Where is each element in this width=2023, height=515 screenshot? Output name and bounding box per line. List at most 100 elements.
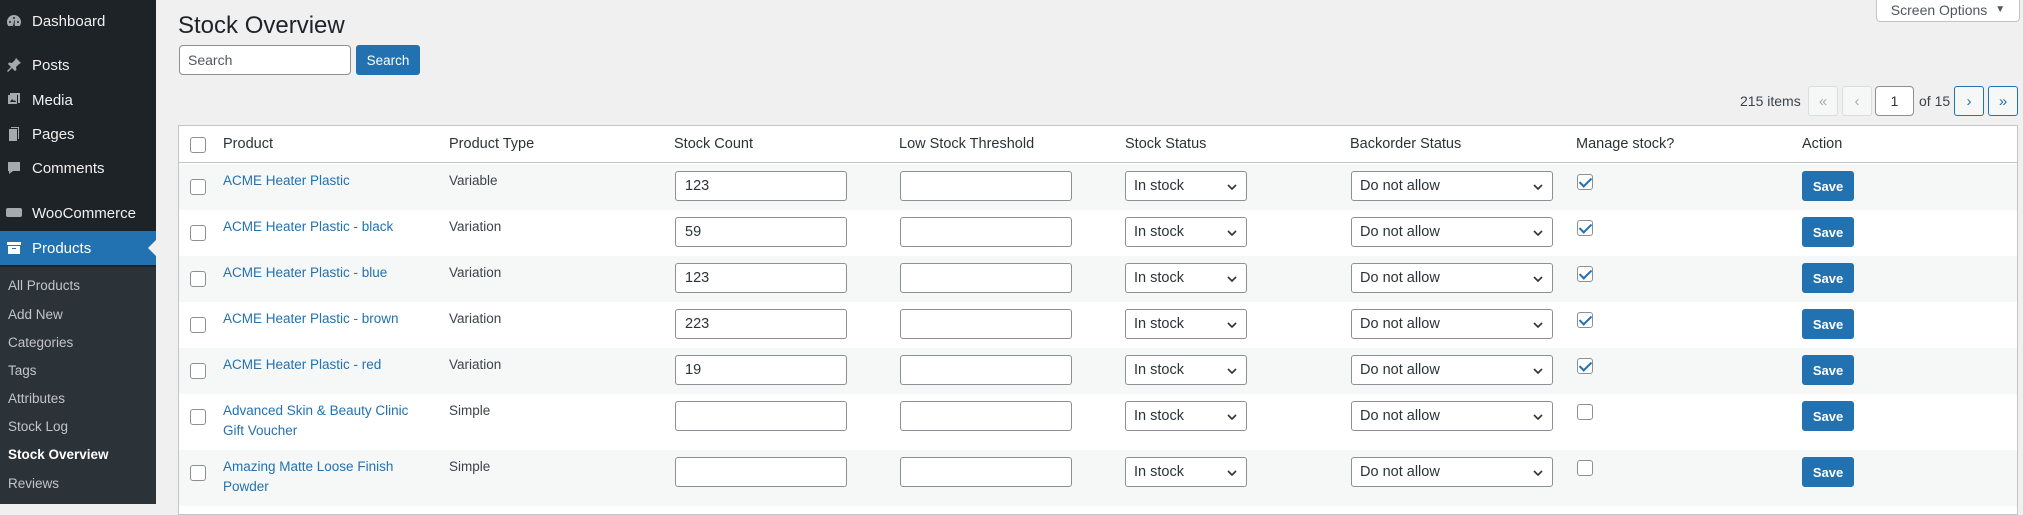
product-link[interactable]: Advanced Skin & Beauty Clinic Gift Vouche… <box>223 401 423 441</box>
submenu-stock-log[interactable]: Stock Log <box>8 419 68 434</box>
menu-item-dashboard[interactable]: Dashboard <box>0 4 156 38</box>
menu-item-comments[interactable]: Comments <box>0 151 156 185</box>
stock-count-input[interactable] <box>675 171 847 201</box>
save-button[interactable]: Save <box>1802 309 1854 339</box>
submenu-categories[interactable]: Categories <box>8 335 73 350</box>
select-all-checkbox[interactable] <box>190 137 206 153</box>
save-button[interactable]: Save <box>1802 217 1854 247</box>
backorder-status-select[interactable]: Do not allow <box>1351 457 1553 487</box>
manage-stock-checkbox[interactable] <box>1577 358 1593 374</box>
backorder-status-select[interactable]: Do not allow <box>1351 401 1553 431</box>
backorder-status-value: Do not allow <box>1360 224 1440 240</box>
col-stock-count: Stock Count <box>674 136 753 152</box>
menu-item-woocommerce[interactable]: WooCommerce <box>0 196 156 230</box>
stock-status-value: In stock <box>1134 362 1184 378</box>
row-checkbox[interactable] <box>190 179 206 195</box>
low-stock-threshold-input[interactable] <box>900 217 1072 247</box>
save-button[interactable]: Save <box>1802 355 1854 385</box>
last-page-button[interactable]: » <box>1988 86 2018 116</box>
backorder-status-select[interactable]: Do not allow <box>1351 355 1553 385</box>
low-stock-threshold-input[interactable] <box>900 309 1072 339</box>
manage-stock-checkbox[interactable] <box>1577 220 1593 236</box>
product-name-line1: ACME Heater Plastic - red <box>223 357 382 372</box>
stock-count-input[interactable] <box>675 401 847 431</box>
row-checkbox[interactable] <box>190 225 206 241</box>
low-stock-threshold-input[interactable] <box>900 263 1072 293</box>
save-button[interactable]: Save <box>1802 263 1854 293</box>
product-link[interactable]: ACME Heater Plastic <box>223 171 423 191</box>
search-button[interactable]: Search <box>356 45 420 75</box>
stock-status-select[interactable]: In stock <box>1125 401 1247 431</box>
stock-count-input[interactable] <box>675 309 847 339</box>
submenu-stock-overview[interactable]: Stock Overview <box>8 447 109 462</box>
backorder-status-value: Do not allow <box>1360 270 1440 286</box>
submenu-add-new[interactable]: Add New <box>8 307 63 322</box>
stock-status-select[interactable]: In stock <box>1125 355 1247 385</box>
row-checkbox[interactable] <box>190 317 206 333</box>
save-button[interactable]: Save <box>1802 401 1854 431</box>
low-stock-threshold-input[interactable] <box>900 457 1072 487</box>
manage-stock-checkbox[interactable] <box>1577 266 1593 282</box>
product-link[interactable]: Amazing Matte Loose Finish Powder <box>223 457 423 497</box>
stock-status-select[interactable]: In stock <box>1125 171 1247 201</box>
screen-options-button[interactable]: Screen Options ▼ <box>1876 0 2020 22</box>
product-link[interactable]: ACME Heater Plastic - black <box>223 217 423 237</box>
product-link[interactable]: ACME Heater Plastic - brown <box>223 309 423 329</box>
current-page-input[interactable] <box>1875 86 1914 116</box>
menu-label: WooCommerce <box>32 204 136 222</box>
product-link[interactable]: ACME Heater Plastic - blue <box>223 263 423 283</box>
menu-label: Products <box>32 239 92 257</box>
menu-label: Dashboard <box>32 12 106 30</box>
row-checkbox[interactable] <box>190 409 206 425</box>
comment-icon <box>6 160 22 176</box>
stock-status-select[interactable]: In stock <box>1125 457 1247 487</box>
menu-label: Posts <box>32 56 70 74</box>
backorder-status-select[interactable]: Do not allow <box>1351 217 1553 247</box>
stock-count-input[interactable] <box>675 217 847 247</box>
manage-stock-checkbox[interactable] <box>1577 460 1593 476</box>
backorder-status-value: Do not allow <box>1360 316 1440 332</box>
menu-item-products[interactable]: Products <box>0 231 156 265</box>
submenu-tags[interactable]: Tags <box>8 363 37 378</box>
stock-count-input[interactable] <box>675 263 847 293</box>
product-name-line1: ACME Heater Plastic <box>223 173 350 188</box>
search-input[interactable] <box>179 45 351 75</box>
menu-item-pages[interactable]: Pages <box>0 117 156 151</box>
stock-count-input[interactable] <box>675 355 847 385</box>
prev-page-button[interactable]: ‹ <box>1842 86 1872 116</box>
low-stock-threshold-input[interactable] <box>900 171 1072 201</box>
manage-stock-checkbox[interactable] <box>1577 174 1593 190</box>
submenu-reviews[interactable]: Reviews <box>8 476 59 491</box>
first-page-button[interactable]: « <box>1808 86 1838 116</box>
next-page-button[interactable]: › <box>1954 86 1984 116</box>
product-link[interactable]: ACME Heater Plastic - red <box>223 355 423 375</box>
product-type: Variation <box>449 311 502 326</box>
chevron-down-icon <box>1226 319 1238 331</box>
backorder-status-select[interactable]: Do not allow <box>1351 263 1553 293</box>
stock-status-select[interactable]: In stock <box>1125 309 1247 339</box>
archive-icon <box>6 240 22 256</box>
stock-count-input[interactable] <box>675 457 847 487</box>
low-stock-threshold-input[interactable] <box>900 355 1072 385</box>
low-stock-threshold-input[interactable] <box>900 401 1072 431</box>
product-type: Variation <box>449 265 502 280</box>
backorder-status-select[interactable]: Do not allow <box>1351 309 1553 339</box>
pin-icon <box>6 57 22 73</box>
menu-item-posts[interactable]: Posts <box>0 48 156 82</box>
manage-stock-checkbox[interactable] <box>1577 312 1593 328</box>
row-checkbox[interactable] <box>190 465 206 481</box>
menu-item-media[interactable]: Media <box>0 83 156 117</box>
stock-status-select[interactable]: In stock <box>1125 217 1247 247</box>
col-product[interactable]: Product <box>223 136 273 152</box>
save-button[interactable]: Save <box>1802 457 1854 487</box>
backorder-status-select[interactable]: Do not allow <box>1351 171 1553 201</box>
stock-status-select[interactable]: In stock <box>1125 263 1247 293</box>
chevron-down-icon <box>1532 319 1544 331</box>
submenu-all-products[interactable]: All Products <box>8 278 80 293</box>
row-checkbox[interactable] <box>190 271 206 287</box>
row-checkbox[interactable] <box>190 363 206 379</box>
product-type: Simple <box>449 403 491 418</box>
save-button[interactable]: Save <box>1802 171 1854 201</box>
submenu-attributes[interactable]: Attributes <box>8 391 65 406</box>
manage-stock-checkbox[interactable] <box>1577 404 1593 420</box>
